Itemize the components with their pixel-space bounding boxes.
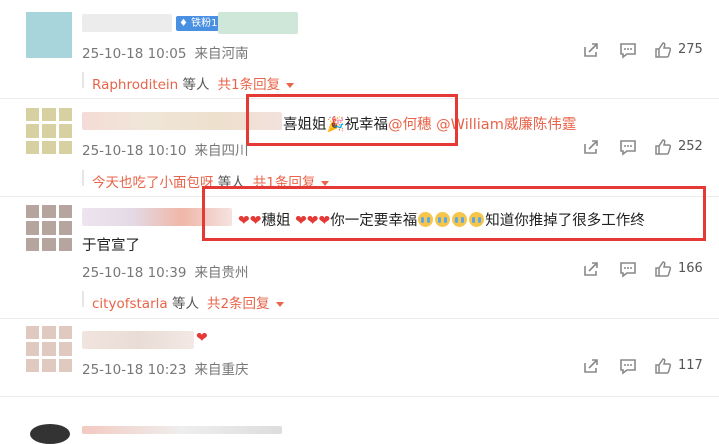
highlight-box [246, 94, 458, 146]
like-count: 117 [678, 358, 703, 373]
comment-meta: 25-10-18 10:10 来自四川 [82, 139, 248, 159]
like-icon[interactable] [654, 260, 672, 278]
comment-meta: 25-10-18 10:05 来自河南 [82, 42, 248, 62]
heart-icon: ❤ [196, 330, 208, 346]
like-count: 252 [678, 139, 703, 154]
fan-badge-label: 铁粉1 [191, 18, 218, 29]
reply-count[interactable]: 共1条回复 [218, 77, 281, 93]
avatar[interactable] [26, 12, 72, 58]
chevron-down-icon [275, 301, 284, 307]
avatar[interactable] [30, 424, 70, 444]
comment-icon[interactable] [619, 41, 637, 59]
username-blurred[interactable] [82, 426, 282, 434]
share-icon[interactable] [582, 138, 600, 156]
reply-count[interactable]: 共2条回复 [207, 296, 270, 312]
comment-actions: 252 [582, 138, 703, 158]
comment-location: 来自贵州 [194, 265, 249, 281]
comment-text-line2: 于官宣了 [82, 238, 140, 254]
comment-actions: 166 [582, 260, 703, 280]
comment-date: 25-10-18 10:05 [82, 46, 187, 62]
chevron-down-icon [321, 180, 330, 186]
comment-location: 来自四川 [194, 143, 249, 159]
divider [0, 318, 719, 319]
comment-icon[interactable] [619, 357, 637, 375]
fan-badge: ♦ 铁粉1 [176, 16, 221, 31]
comment-date: 25-10-18 10:23 [82, 362, 187, 378]
reply-divider [82, 72, 84, 88]
comment-location: 来自重庆 [194, 362, 249, 378]
reply-mid: 等人 [171, 296, 199, 312]
reply-summary-link[interactable]: Raphroditein 等人 共1条回复 [92, 73, 295, 93]
reply-summary-link[interactable]: cityofstarla 等人 共2条回复 [92, 292, 284, 312]
like-icon[interactable] [654, 138, 672, 156]
comment-meta: 25-10-18 10:23 来自重庆 [82, 358, 248, 378]
avatar[interactable] [26, 205, 72, 251]
reply-nick[interactable]: cityofstarla [92, 296, 168, 312]
comment-meta: 25-10-18 10:39 来自贵州 [82, 261, 248, 281]
reply-nick[interactable]: Raphroditein [92, 77, 178, 93]
share-icon[interactable] [582, 357, 600, 375]
avatar[interactable] [26, 108, 72, 154]
comment-date: 25-10-18 10:10 [82, 143, 187, 159]
share-icon[interactable] [582, 41, 600, 59]
username-blurred[interactable] [82, 331, 194, 349]
like-count: 166 [678, 261, 703, 276]
username-blurred-tail [218, 12, 298, 34]
like-icon[interactable] [654, 357, 672, 375]
comment-date: 25-10-18 10:39 [82, 265, 187, 281]
comment-location: 来自河南 [194, 46, 249, 62]
reply-nick[interactable]: 今天也吃了小面包呀 [92, 175, 214, 191]
avatar[interactable] [26, 326, 72, 372]
comment-actions: 117 [582, 357, 703, 377]
share-icon[interactable] [582, 260, 600, 278]
highlight-box [202, 186, 706, 241]
comment-actions: 275 [582, 41, 703, 61]
comment-icon[interactable] [619, 138, 637, 156]
reply-divider [82, 170, 84, 186]
comment-icon[interactable] [619, 260, 637, 278]
username-blurred[interactable] [82, 14, 172, 32]
like-count: 275 [678, 42, 703, 57]
reply-mid: 等人 [182, 77, 210, 93]
like-icon[interactable] [654, 41, 672, 59]
chevron-down-icon [286, 82, 295, 88]
reply-divider [82, 291, 84, 307]
divider [0, 396, 719, 397]
